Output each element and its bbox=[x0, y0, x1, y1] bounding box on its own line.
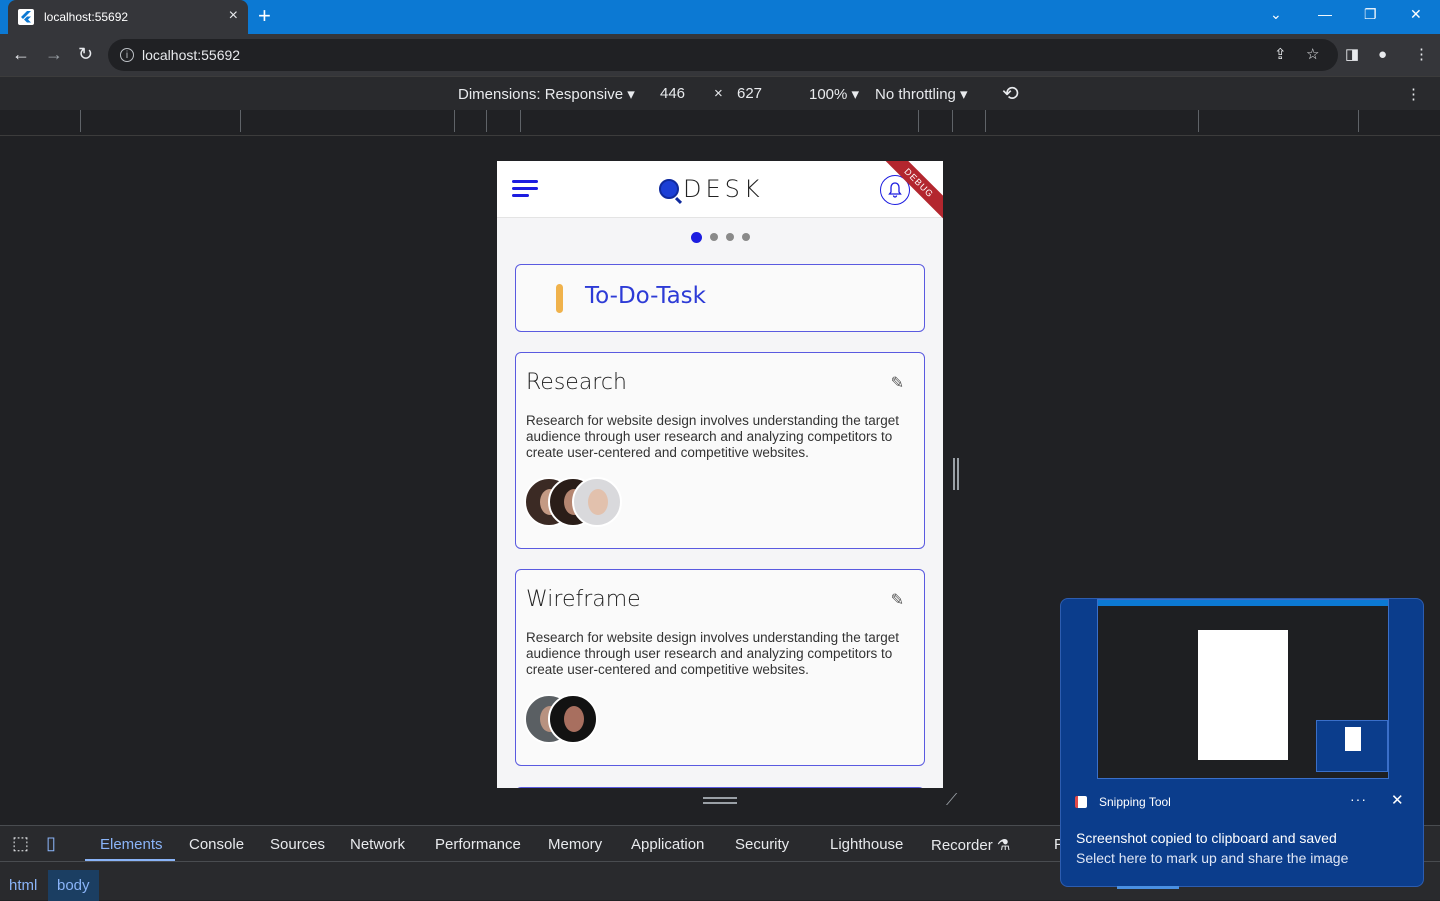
toast-close-icon[interactable]: ✕ bbox=[1391, 791, 1404, 809]
dimensions-dropdown[interactable]: Dimensions: Responsive ▾ bbox=[458, 85, 635, 103]
inspect-element-icon[interactable]: ⬚ bbox=[12, 833, 29, 854]
carousel-dot[interactable] bbox=[709, 233, 718, 241]
close-window-button[interactable]: ✕ bbox=[1410, 6, 1422, 23]
tab-application[interactable]: Application bbox=[631, 836, 704, 853]
tab-close-icon[interactable]: × bbox=[229, 8, 238, 24]
times-sign: × bbox=[714, 85, 723, 102]
tab-title: localhost:55692 bbox=[44, 10, 129, 24]
task-card[interactable]: Wireframe ✎ Research for website design … bbox=[515, 569, 925, 766]
task-title: Wireframe bbox=[526, 587, 641, 612]
menu-kebab-icon[interactable]: ⋮ bbox=[1414, 46, 1429, 64]
flutter-favicon-icon bbox=[18, 9, 34, 25]
browser-toolbar: ← → ↻ i localhost:55692 ⇪ ☆ ◨ ● ⋮ bbox=[0, 34, 1440, 76]
toast-app-name: Snipping Tool bbox=[1099, 795, 1171, 809]
section-header-card: To-Do-Task bbox=[515, 264, 925, 332]
forward-icon[interactable]: → bbox=[45, 44, 63, 64]
edit-pencil-icon[interactable]: ✎ bbox=[891, 373, 904, 393]
media-query-ruler[interactable] bbox=[0, 110, 1440, 136]
avatar[interactable] bbox=[572, 477, 622, 527]
tab-search-icon[interactable]: ⌄ bbox=[1270, 6, 1282, 23]
rotate-icon[interactable]: ⟲ bbox=[1002, 81, 1019, 106]
tab-lighthouse[interactable]: Lighthouse bbox=[830, 836, 903, 853]
device-toggle-icon[interactable]: ▯ bbox=[46, 833, 56, 854]
zoom-dropdown[interactable]: 100% ▾ bbox=[809, 85, 859, 103]
active-tab-indicator bbox=[85, 859, 175, 861]
tab-network[interactable]: Network bbox=[350, 836, 405, 853]
carousel-dot[interactable] bbox=[690, 231, 702, 243]
task-description: Research for website design involves und… bbox=[526, 413, 899, 460]
assignee-avatars bbox=[524, 477, 622, 527]
tab-sources[interactable]: Sources bbox=[270, 836, 325, 853]
carousel-indicator bbox=[497, 231, 943, 243]
task-title: Research bbox=[526, 370, 627, 395]
tab-console[interactable]: Console bbox=[189, 836, 244, 853]
carousel-dot[interactable] bbox=[741, 233, 750, 241]
edit-pencil-icon[interactable]: ✎ bbox=[891, 590, 904, 610]
width-input[interactable]: 446 bbox=[660, 85, 685, 102]
toast-app-header: Snipping Tool bbox=[1075, 795, 1171, 809]
toast-submessage: Select here to mark up and share the ima… bbox=[1076, 850, 1349, 866]
height-resize-handle[interactable] bbox=[703, 797, 737, 804]
throttling-dropdown[interactable]: No throttling ▾ bbox=[875, 85, 968, 103]
section-title: To-Do-Task bbox=[585, 283, 706, 309]
app-bar: DESK DEBUG bbox=[497, 161, 943, 225]
restore-button[interactable]: ❐ bbox=[1364, 6, 1377, 23]
reload-icon[interactable]: ↻ bbox=[78, 44, 93, 64]
carousel-dot[interactable] bbox=[725, 233, 734, 241]
width-resize-handle[interactable] bbox=[953, 458, 959, 490]
profile-icon[interactable]: ● bbox=[1378, 46, 1387, 64]
snipping-tool-notification[interactable]: Snipping Tool ··· ✕ Screenshot copied to… bbox=[1060, 598, 1424, 889]
device-toolbar: Dimensions: Responsive ▾ 446 × 627 100% … bbox=[0, 76, 1440, 110]
task-card-partial bbox=[515, 787, 925, 788]
desk-logo: DESK bbox=[659, 175, 764, 203]
toast-progress-indicator bbox=[1117, 886, 1179, 889]
logo-text: DESK bbox=[683, 175, 764, 203]
task-card[interactable]: Research ✎ Research for website design i… bbox=[515, 352, 925, 549]
bookmark-star-icon[interactable]: ☆ bbox=[1306, 46, 1319, 64]
url-text: localhost:55692 bbox=[142, 47, 241, 63]
tab-memory[interactable]: Memory bbox=[548, 836, 602, 853]
screenshot-thumbnail[interactable] bbox=[1097, 599, 1389, 779]
tab-security[interactable]: Security bbox=[735, 836, 789, 853]
more-options-icon[interactable]: ··· bbox=[1350, 791, 1367, 807]
minimize-button[interactable]: — bbox=[1318, 6, 1332, 22]
new-tab-button[interactable]: + bbox=[258, 4, 271, 28]
corner-resize-icon[interactable]: ⟋ bbox=[946, 792, 957, 810]
task-description: Research for website design involves und… bbox=[526, 630, 899, 677]
breadcrumb-body[interactable]: body bbox=[48, 870, 99, 901]
section-accent-bar bbox=[556, 284, 563, 313]
logo-search-icon bbox=[659, 179, 679, 199]
tab-recorder[interactable]: Recorder ⚗ bbox=[931, 836, 1010, 854]
breadcrumb-html[interactable]: html bbox=[0, 870, 46, 901]
site-info-icon[interactable]: i bbox=[120, 48, 134, 62]
side-panel-icon[interactable]: ◨ bbox=[1345, 46, 1359, 64]
height-input[interactable]: 627 bbox=[737, 85, 762, 102]
share-icon[interactable]: ⇪ bbox=[1274, 46, 1287, 64]
browser-tab[interactable]: localhost:55692 × bbox=[8, 0, 248, 34]
toast-message: Screenshot copied to clipboard and saved bbox=[1076, 830, 1337, 846]
back-icon[interactable]: ← bbox=[12, 44, 30, 64]
tab-performance[interactable]: Performance bbox=[435, 836, 521, 853]
device-menu-kebab-icon[interactable]: ⋮ bbox=[1406, 85, 1421, 103]
menu-icon[interactable] bbox=[512, 180, 538, 198]
avatar[interactable] bbox=[548, 694, 598, 744]
snipping-tool-icon bbox=[1075, 796, 1087, 808]
title-bar: localhost:55692 × + ⌄ — ❐ ✕ bbox=[0, 0, 1440, 34]
assignee-avatars bbox=[524, 694, 598, 744]
tab-elements[interactable]: Elements bbox=[100, 836, 163, 853]
device-viewport: DESK DEBUG To-Do-Task Research ✎ Researc… bbox=[497, 161, 943, 788]
address-bar[interactable]: i localhost:55692 bbox=[108, 39, 1338, 71]
